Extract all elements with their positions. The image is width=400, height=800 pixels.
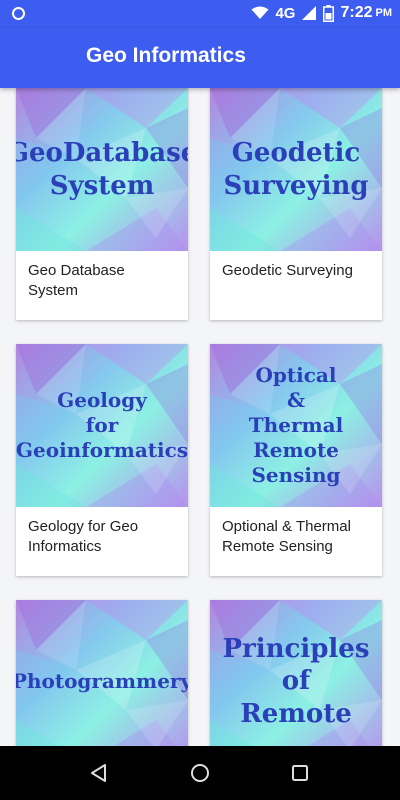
back-button[interactable] xyxy=(86,760,112,786)
cover-title-line: Geoinformatics xyxy=(16,438,188,462)
book-cover-image: GeoDatabase System xyxy=(16,88,188,251)
navigation-bar xyxy=(0,746,400,800)
cover-title-line: & xyxy=(286,388,306,412)
cover-title-line: Surveying xyxy=(223,170,369,201)
cover-title-line: Thermal xyxy=(248,413,344,437)
cover-title-line: Principles xyxy=(222,633,370,664)
book-caption: Geology for Geo Informatics xyxy=(28,518,139,555)
cover-title: GeoDatabase System xyxy=(16,88,188,251)
wifi-icon xyxy=(251,6,269,19)
cover-title-line: System xyxy=(49,170,155,201)
book-cover-image: Photogrammery xyxy=(16,600,188,746)
cover-title-line: Photogrammery xyxy=(16,669,188,693)
app-bar: Geo Informatics xyxy=(0,28,400,88)
book-card[interactable]: Geology for Geoinformatics Geology for Geo … xyxy=(16,344,188,576)
cover-title-line: Remote Sensing xyxy=(251,438,341,487)
cover-title-line: GeoDatabase xyxy=(16,138,188,168)
book-caption: Geo Database System xyxy=(28,262,125,299)
cover-title-line: of xyxy=(281,666,311,697)
back-triangle-icon xyxy=(91,764,106,782)
book-card[interactable]: Optical & Thermal Remote Sensing Optional & … xyxy=(210,344,382,576)
clock: 7:22 xyxy=(340,4,373,21)
book-card[interactable]: Geodetic Surveying Geodetic Surveying xyxy=(210,88,382,320)
status-icons: 4G 7:22 PM xyxy=(251,4,392,22)
home-button[interactable] xyxy=(187,760,213,786)
cover-title-line: Geology xyxy=(57,388,147,412)
cover-title: Geodetic Surveying xyxy=(210,88,382,251)
status-bar: 4G 7:22 PM xyxy=(0,0,400,28)
cover-title: Principles of Remote xyxy=(210,600,382,746)
cover-title-line: Remote xyxy=(240,698,352,729)
recents-button[interactable] xyxy=(287,760,313,786)
cover-title: Geology for Geoinformatics xyxy=(16,344,188,507)
home-circle-icon xyxy=(191,764,209,782)
notification-dot-icon xyxy=(12,7,25,20)
cover-title-line: Geodetic xyxy=(231,138,361,168)
book-card[interactable]: GeoDatabase System Geo Database System xyxy=(16,88,188,320)
book-card[interactable]: Photogrammery xyxy=(16,600,188,746)
book-grid: GeoDatabase System Geo Database System Geod… xyxy=(16,88,384,746)
book-list[interactable]: GeoDatabase System Geo Database System Geod… xyxy=(0,88,400,746)
network-type: 4G xyxy=(275,4,296,22)
book-cover-image: Principles of Remote xyxy=(210,600,382,746)
battery-icon xyxy=(323,4,335,22)
cover-title: Optical & Thermal Remote Sensing xyxy=(210,344,382,507)
cover-title-line: for xyxy=(85,413,119,437)
cover-title: Photogrammery xyxy=(16,600,188,746)
clock-ampm: PM xyxy=(375,7,393,19)
app-title: Geo Informatics xyxy=(86,44,246,67)
book-cover-image: Geology for Geoinformatics xyxy=(16,344,188,507)
signal-icon xyxy=(302,6,317,20)
book-cover-image: Geodetic Surveying xyxy=(210,88,382,251)
book-card[interactable]: Principles of Remote xyxy=(210,600,382,746)
book-caption: Optional & Thermal Remote Sensing xyxy=(222,518,351,555)
recents-square-icon xyxy=(292,765,308,781)
book-caption: Geodetic Surveying xyxy=(222,262,353,279)
book-cover-image: Optical & Thermal Remote Sensing xyxy=(210,344,382,507)
cover-title-line: Optical xyxy=(255,363,337,387)
